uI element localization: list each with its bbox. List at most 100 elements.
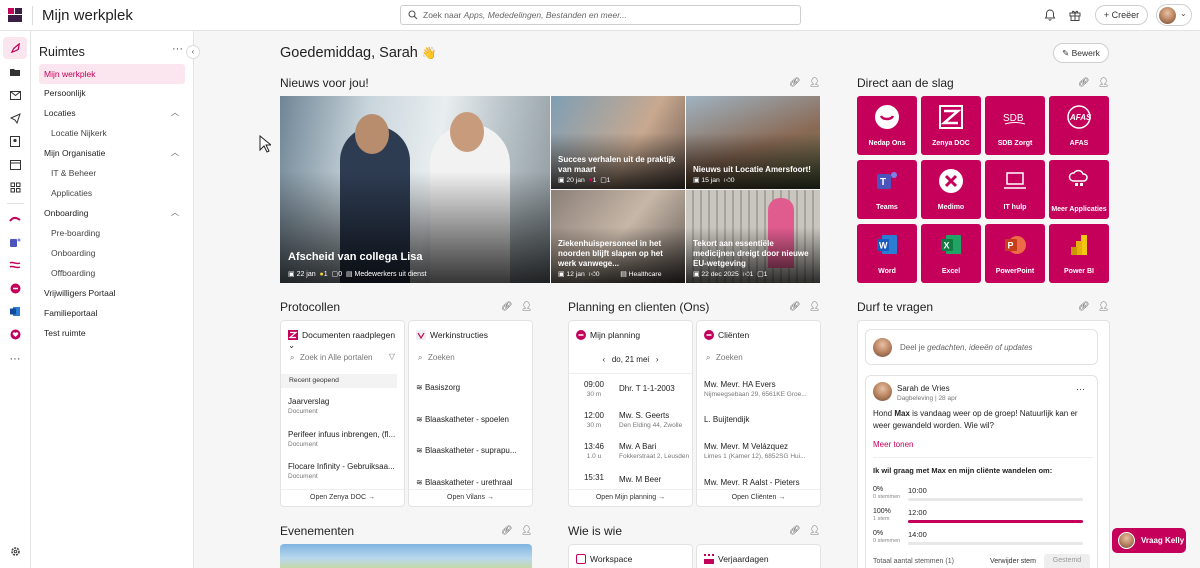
link-icon[interactable]: 🔗︎ [1078,301,1089,312]
poll-bar[interactable] [908,542,1083,545]
sidebar-item-locatie-nijkerk[interactable]: Locatie Nijkerk [39,123,185,143]
gift-icon[interactable] [1068,8,1082,22]
app-tile-word[interactable]: W Word [857,224,917,283]
remove-vote-button[interactable]: Verwijder stem [990,558,1036,565]
show-more-link[interactable]: Meer tonen [873,440,913,449]
client-item[interactable]: Mw. Mevr. HA Evers Nijmeegsebaan 29, 6561… [704,380,807,398]
heart-app-icon[interactable] [7,326,23,342]
poll-bar[interactable] [908,520,1083,523]
link-icon[interactable]: 🔗︎ [789,301,800,312]
app-tile-it-hulp[interactable]: IT hulp [985,160,1045,219]
search-input[interactable]: ⌕ Zoeken [704,351,815,367]
manage-users-icon[interactable]: 👤︎ [521,525,532,536]
open-planning-link[interactable]: Open Mijn planning → [569,489,692,506]
app-tile-sdb-zorgt[interactable]: SDB SDB Zorgt [985,96,1045,155]
sidebar-item-persoonlijk[interactable]: Persoonlijk [39,83,185,103]
open-vilans-link[interactable]: Open Vilans → [409,489,532,506]
list-item[interactable]: Perifeer infuus inbrengen, (fl... Documen… [288,430,395,448]
edit-button[interactable]: ✎ Bewerk [1053,43,1109,63]
ask-kelly-button[interactable]: Vraag Kelly [1112,528,1186,553]
send-icon[interactable] [7,110,23,126]
sidebar-item-it-beheer[interactable]: IT & Beheer [39,163,185,183]
more-icon[interactable]: ··· [1076,384,1085,394]
list-item[interactable]: ≋ Blaaskatheter - suprapu... [416,446,517,455]
mail-icon[interactable] [7,87,23,103]
event-image[interactable] [280,544,532,568]
sidebar-item-mijn-organisatie[interactable]: Mijn Organisatie ︿ [39,143,185,163]
link-icon[interactable]: 🔗︎ [789,77,800,88]
chevron-up-icon[interactable]: ︿ [171,107,179,118]
chevron-up-icon[interactable]: ︿ [171,207,179,218]
client-item[interactable]: L. Buijtendijk [704,415,749,424]
list-item[interactable]: ≋ Basiszorg [416,383,460,392]
gear-icon[interactable] [7,543,23,559]
manage-users-icon[interactable]: 👤︎ [1098,77,1109,88]
search-input[interactable]: ⌕ Zoek in Alle portalen ▽ [288,351,399,367]
nedap-app-icon[interactable] [7,211,23,227]
news-item[interactable]: Ziekenhuispersoneel in het noorden blijf… [551,190,685,283]
manage-users-icon[interactable]: 👤︎ [1098,301,1109,312]
post-author[interactable]: Sarah de Vries [897,384,950,393]
poll-bar[interactable] [908,498,1083,501]
chevron-left-icon[interactable]: ‹ [602,355,605,364]
user-menu[interactable]: ⌄ [1156,4,1192,26]
manage-users-icon[interactable]: 👤︎ [809,525,820,536]
app-tile-medimo[interactable]: Medimo [921,160,981,219]
filter-icon[interactable]: ▽ [389,352,395,361]
app-tile-zenya-doc[interactable]: Zenya DOC [921,96,981,155]
news-item[interactable]: Afscheid van collega Lisa ▣ 22 jan ●1 ▢0… [280,96,550,283]
sidebar-item-test-ruimte[interactable]: Test ruimte [39,323,185,343]
app-tile-excel[interactable]: X Excel [921,224,981,283]
manage-users-icon[interactable]: 👤︎ [809,77,820,88]
news-item[interactable]: Nieuws uit Locatie Amersfoort! ▣ 15 jan … [686,96,820,189]
sidebar-item-locaties[interactable]: Locaties ︿ [39,103,185,123]
birthdays-card[interactable]: Verjaardagen [696,544,821,568]
sidebar-item-vrijwilligers-portaal[interactable]: Vrijwilligers Portaal [39,283,185,303]
list-item[interactable]: ≋ Blaaskatheter - spoelen [416,415,509,424]
poll-option-label[interactable]: 12:00 [908,508,927,517]
open-clienten-link[interactable]: Open Cliënten → [697,489,820,506]
apps-grid-icon[interactable] [7,179,23,195]
app-tile-teams[interactable]: T Teams [857,160,917,219]
documents-dropdown[interactable]: Documenten raadplegen ⌄ [288,330,404,351]
app-tile-power-bi[interactable]: Power BI [1049,224,1109,283]
chevron-up-icon[interactable]: ︿ [171,147,179,158]
rocket-icon[interactable] [3,37,27,59]
manage-users-icon[interactable]: 👤︎ [809,301,820,312]
appointment-item[interactable]: Mw. M Beer [619,475,661,484]
link-icon[interactable]: 🔗︎ [501,301,512,312]
sidebar-item-applicaties[interactable]: Applicaties [39,183,185,203]
appointment-item[interactable]: Mw. S. Geerts Den Elding 44, Zwolle [619,411,682,429]
sidebar-item-onboarding-sub[interactable]: Onboarding [39,243,185,263]
more-icon[interactable]: ··· [172,43,183,55]
bell-icon[interactable] [1043,8,1057,22]
list-item[interactable]: ≋ Blaaskatheter - urethraal [416,478,513,487]
news-item[interactable]: Succes verhalen uit de praktijk van maar… [551,96,685,189]
manage-users-icon[interactable]: 👤︎ [521,301,532,312]
app-tile-meer-applicaties[interactable]: Meer Applicaties [1049,160,1109,219]
list-item[interactable]: Jaarverslag Document [288,397,329,415]
chevron-right-icon[interactable]: › [656,355,659,364]
app-tile-powerpoint[interactable]: P PowerPoint [985,224,1045,283]
poll-option-label[interactable]: 14:00 [908,530,927,539]
sidebar-item-mijn-werkplek[interactable]: Mijn werkplek [39,64,185,84]
client-item[interactable]: Mw. Mevr. M Velázquez Limes 1 (Kamer 12),… [704,442,806,460]
link-icon[interactable]: 🔗︎ [789,525,800,536]
sidebar-item-onboarding[interactable]: Onboarding ︿ [39,203,185,223]
app-logo-icon[interactable] [8,8,22,22]
ons-app-icon[interactable] [7,280,23,296]
more-icon[interactable]: ··· [7,351,23,367]
link-icon[interactable]: 🔗︎ [1078,77,1089,88]
appointment-item[interactable]: Mw. A Bari Fokkerstraat 2, Leusden [619,442,689,460]
poll-option-label[interactable]: 10:00 [908,486,927,495]
sidebar-item-pre-boarding[interactable]: Pre-boarding [39,223,185,243]
list-item[interactable]: Flocare Infinity - Gebruiksaa... Document [288,462,395,480]
calendar-icon[interactable] [7,156,23,172]
news-item[interactable]: Tekort aan essentiële medicijnen dreigt … [686,190,820,283]
outlook-app-icon[interactable] [7,303,23,319]
search-input[interactable]: Zoek naar Apps, Mededelingen, Bestanden … [400,5,801,25]
sdb-app-icon[interactable] [7,257,23,273]
open-zenya-link[interactable]: Open Zenya DOC → [281,489,404,506]
contact-card-icon[interactable] [7,133,23,149]
app-tile-nedap-ons[interactable]: Nedap Ons [857,96,917,155]
